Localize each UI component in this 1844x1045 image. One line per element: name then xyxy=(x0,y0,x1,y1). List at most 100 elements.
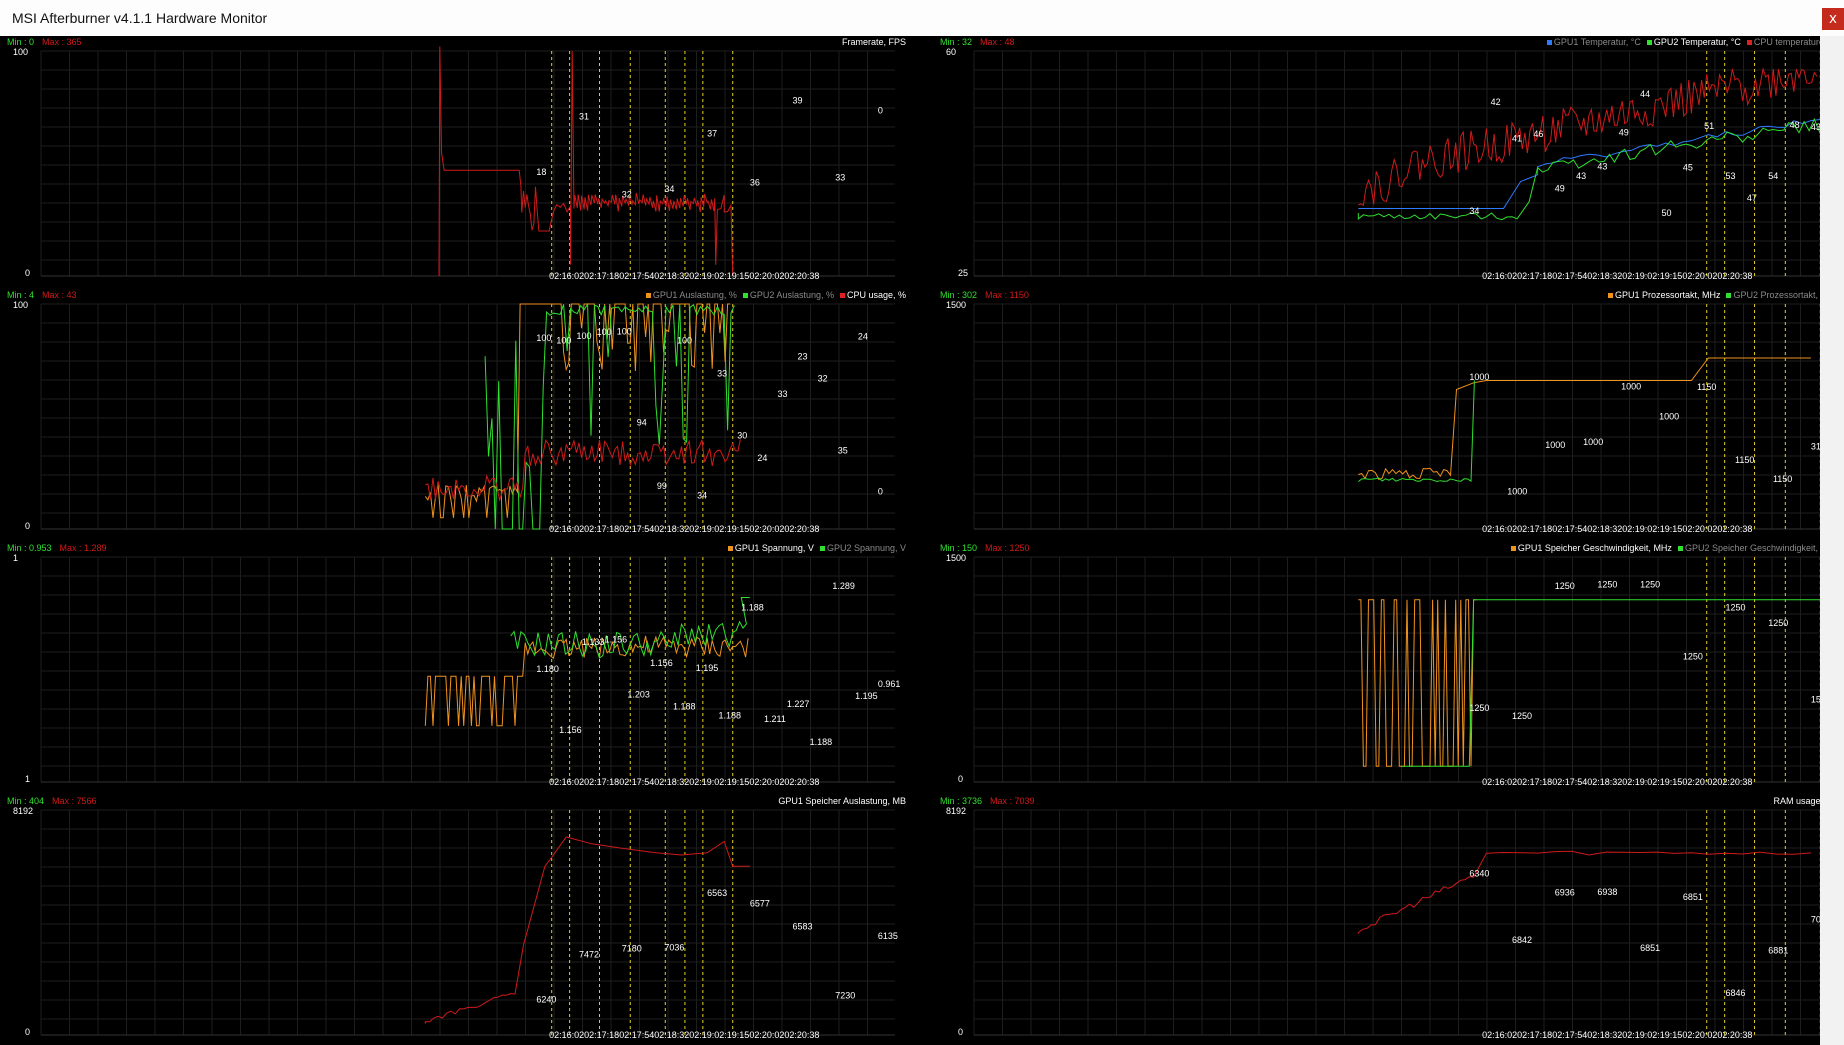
value-label: 36 xyxy=(750,177,760,187)
y-axis-max: 100 xyxy=(13,300,29,310)
window-titlebar[interactable]: MSI Afterburner v4.1.1 Hardware Monitor … xyxy=(0,0,1844,37)
max-value: Max : 365 xyxy=(42,37,82,47)
value-label: 1.211 xyxy=(764,714,786,724)
value-label: 1250 xyxy=(1640,580,1660,590)
value-label: 49 xyxy=(1555,183,1565,193)
desktop-background-strip xyxy=(1820,36,1844,1045)
legend-swatch xyxy=(1510,546,1516,552)
value-label: 6851 xyxy=(1683,892,1703,902)
value-label: 1250 xyxy=(1726,602,1746,612)
max-value: Max : 43 xyxy=(42,290,77,300)
legend-swatch xyxy=(839,293,845,299)
graph-panel-ram[interactable]: 634068426936693868516851684668817034Min … xyxy=(938,795,1843,1042)
legend-entry: CPU usage, % xyxy=(839,290,906,300)
value-label: 31 xyxy=(579,111,589,121)
graph-panel-volt[interactable]: 1.180 1.156 1.133 1.156 1.203 1.156 1.188 1.195… xyxy=(5,542,910,789)
value-label: 48 xyxy=(1790,120,1800,130)
value-label: 100 xyxy=(536,333,551,343)
value-label: 0 xyxy=(878,105,883,115)
max-value: Max : 48 xyxy=(980,37,1015,47)
value-label: 33 xyxy=(835,173,845,183)
value-label: 18 xyxy=(536,167,546,177)
value-label: 39 xyxy=(793,96,803,106)
y-axis-max: 100 xyxy=(13,47,29,57)
series-line-volt-orange xyxy=(424,635,749,727)
graph-panel-vram[interactable]: 6240 7472 7180 7036 6563 6577 6583 7230 6135 Min … xyxy=(5,795,910,1042)
graph-panel-usage[interactable]: 100 100 100 100 100 94 99 100 34 33 30 24 33 23 32 35 24… xyxy=(5,289,910,536)
value-label: 51 xyxy=(1704,121,1714,131)
max-value: Max : 1150 xyxy=(985,290,1029,300)
value-label: 7472 xyxy=(579,949,599,959)
panel-legend: GPU1 Temperatur, °C GPU2 Temperatur, °C CP… xyxy=(1541,36,1839,48)
legend-entry: GPU2 Speicher Geschwindigkeit, MHz xyxy=(1677,543,1839,553)
legend-swatch xyxy=(645,293,651,299)
value-label: 43 xyxy=(1576,171,1586,181)
value-label: 42 xyxy=(1491,97,1501,107)
value-label: 6340 xyxy=(1469,869,1489,879)
y-axis-min: 0 xyxy=(958,1027,964,1037)
graph-panel-temp[interactable]: 34 42 41 46 49 43 43 49 44 50 45 51 53 47 54 48 43 Min : … xyxy=(938,36,1843,283)
min-value: Min : 302 xyxy=(940,290,978,300)
graph-canvas-fps: 18 31 32 34 37 36 39 33 0 xyxy=(40,46,895,277)
value-label: 1.195 xyxy=(696,663,719,673)
legend-label: GPU1 Auslastung, % xyxy=(652,290,737,300)
legend-swatch xyxy=(742,293,748,299)
min-value: Min : 0.953 xyxy=(7,543,52,553)
legend-label: GPU2 Auslastung, % xyxy=(749,290,834,300)
graph-canvas-volt: 1.1801.1561.133 1.1561.2031.1561.1881.195… xyxy=(40,556,901,783)
min-value: Min : 150 xyxy=(940,543,978,553)
value-label: 24 xyxy=(858,332,868,342)
value-label: 1.156 xyxy=(650,658,673,668)
panel-minmax: Min : 0.953 Max : 1.289 xyxy=(7,542,107,554)
value-label: 1250 xyxy=(1768,618,1788,628)
legend-swatch xyxy=(1677,546,1683,552)
graph-panel-fps[interactable]: 18 31 32 34 37 36 39 33 0 Min : 0 Max : 365 Framera… xyxy=(5,36,910,283)
value-label: 53 xyxy=(1726,171,1736,181)
value-label: 43 xyxy=(1597,162,1607,172)
hardware-monitor-graphs[interactable]: 18 31 32 34 37 36 39 33 0 Min : 0 Max : 365 Framera… xyxy=(0,36,1844,1045)
time-axis-labels: 02:16:0202:17:1802:17:5402:18:3202:19:02… xyxy=(1482,1030,1753,1040)
min-value: Min : 4 xyxy=(7,290,35,300)
legend-label: GPU1 Temperatur, °C xyxy=(1553,37,1641,47)
value-label: 1250 xyxy=(1469,703,1489,713)
window-title: MSI Afterburner v4.1.1 Hardware Monitor xyxy=(12,10,268,26)
value-label: 100 xyxy=(577,331,592,341)
value-label: 30 xyxy=(737,431,747,441)
legend-swatch xyxy=(1726,293,1732,299)
graph-panel-clock[interactable]: 1000 1000 1000 1000 1000 1000 1150 1150 1150 319 M… xyxy=(938,289,1843,536)
value-label: 6936 xyxy=(1555,887,1575,897)
value-label: 1250 xyxy=(1555,581,1575,591)
legend-swatch xyxy=(1607,293,1613,299)
legend-swatch xyxy=(1746,40,1752,46)
value-label: 34 xyxy=(697,491,707,501)
close-button[interactable]: x xyxy=(1822,8,1844,30)
series-line-vram-red xyxy=(424,836,750,1024)
value-label: 1.133 xyxy=(582,637,605,647)
y-axis-min: 1 xyxy=(25,774,31,784)
value-label: 6135 xyxy=(878,931,898,941)
legend-swatch xyxy=(1646,40,1652,46)
value-label: 1.156 xyxy=(605,635,628,645)
panel-legend: GPU1 Prozessortakt, MHz GPU2 Prozessortak… xyxy=(1602,289,1839,301)
graph-panel-mem[interactable]: 1250 1250 1250 1250 1250 1250 1250 1250 150 Min :… xyxy=(938,542,1843,789)
time-axis-labels: 02:16:0202:17:1802:17:5402:18:3202:19:02… xyxy=(549,524,820,534)
series-line-temp-green xyxy=(1357,117,1829,221)
value-label: 44 xyxy=(1640,89,1650,99)
y-axis-max: 8192 xyxy=(946,806,967,816)
time-axis-labels: 02:16:0202:17:1802:17:5402:18:3202:19:02… xyxy=(1482,524,1753,534)
legend-entry: GPU2 Temperatur, °C xyxy=(1646,37,1741,47)
value-label: 1250 xyxy=(1597,579,1617,589)
value-label: 7036 xyxy=(664,942,684,952)
legend-label: GPU1 Prozessortakt, MHz xyxy=(1614,290,1721,300)
value-label: 0.961 xyxy=(878,679,901,689)
y-axis-min: 0 xyxy=(958,774,964,784)
panel-legend: GPU1 Auslastung, % GPU2 Auslastung, % CPU … xyxy=(640,289,906,301)
value-label: 1.156 xyxy=(559,725,582,735)
graph-canvas-usage: 100 100 100 100 100 94 99 100 34 33 30 24 33 23 32 35 24… xyxy=(40,302,895,530)
time-axis-labels: 02:16:0202:17:1802:17:5402:18:3202:19:02… xyxy=(549,1030,820,1040)
time-axis-labels: 02:16:0202:17:1802:17:5402:18:3202:19:02… xyxy=(1482,777,1753,787)
max-value: Max : 1.289 xyxy=(59,543,107,553)
value-label: 34 xyxy=(664,184,674,194)
legend-swatch xyxy=(1546,40,1552,46)
value-label: 1150 xyxy=(1735,455,1754,465)
